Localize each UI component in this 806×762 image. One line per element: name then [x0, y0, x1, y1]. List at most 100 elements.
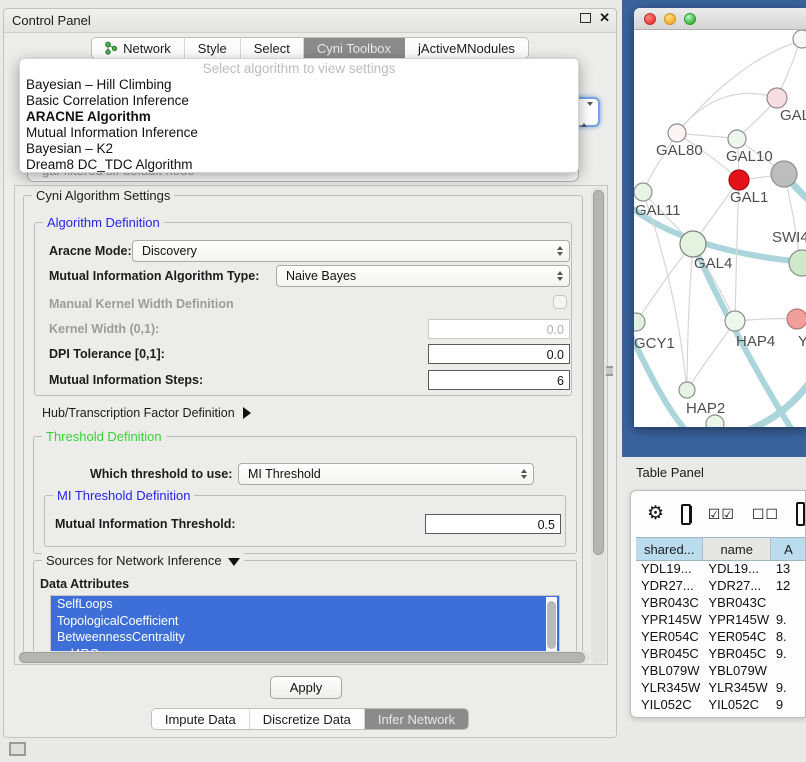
apply-button[interactable]: Apply [270, 676, 342, 699]
node-label: HAP4 [736, 333, 775, 350]
table-row[interactable]: YBL079WYBL079W [636, 663, 806, 680]
tab-network[interactable]: Network [92, 38, 185, 58]
attribute-list-item[interactable]: BetweennessCentrality [51, 629, 559, 646]
tab-infer-network[interactable]: Infer Network [365, 709, 468, 729]
table-cell: YIL052C [703, 697, 770, 714]
node-hap2[interactable] [679, 382, 695, 398]
table-row[interactable]: YDL19...YDL19...13 [636, 561, 806, 578]
node-gal11[interactable] [634, 183, 652, 201]
dropdown-placeholder: Select algorithm to view settings [20, 59, 578, 77]
table-cell: 9 [771, 697, 806, 714]
table-toolbar: ⚙ ☑☑ ☐☐ [631, 491, 805, 537]
tab-discretize-data[interactable]: Discretize Data [250, 709, 365, 729]
network-graph[interactable]: GALGAL80GAL10GAL1GAL11SWI4GAL4GCY1HAP4YH… [634, 30, 806, 427]
table-row[interactable]: YBR045CYBR045C9. [636, 646, 806, 663]
gear-icon[interactable]: ⚙ [647, 504, 664, 524]
aracne-mode-combo[interactable]: Discovery [132, 240, 570, 262]
mi-steps-label: Mutual Information Steps: [49, 373, 203, 387]
attributes-list-scrollbar[interactable] [546, 597, 557, 659]
node-gal4[interactable] [680, 231, 706, 257]
table-cell: YBR045C [636, 646, 703, 663]
close-icon[interactable]: ✕ [599, 13, 610, 23]
sources-group: Sources for Network Inference Data Attri… [33, 560, 577, 665]
table-cell: YBL079W [636, 663, 703, 680]
table-row[interactable]: YER054CYER054C8. [636, 629, 806, 646]
dropdown-item[interactable]: Basic Correlation Inference [20, 93, 578, 109]
node-hap4[interactable] [725, 311, 745, 331]
zoom-traffic-light-icon[interactable] [684, 13, 696, 25]
node-salmon[interactable] [787, 309, 806, 329]
hub-definition-expander[interactable]: Hub/Transcription Factor Definition [42, 406, 251, 420]
node-label: GAL11 [635, 202, 681, 219]
node-pink-top[interactable] [767, 88, 787, 108]
close-traffic-light-icon[interactable] [644, 13, 656, 25]
settings-vertical-scrollbar[interactable] [591, 187, 606, 665]
column-header[interactable]: name [703, 538, 770, 560]
panel-title: Control Panel [4, 13, 91, 28]
restore-panel-button[interactable] [9, 742, 26, 756]
table-panel-window: ⚙ ☑☑ ☐☐ shared...nameA YDL19...YDL19...1… [630, 490, 806, 718]
network-view-window[interactable]: GALGAL80GAL10GAL1GAL11SWI4GAL4GCY1HAP4YH… [634, 8, 806, 427]
tab-jactivemnodules[interactable]: jActiveMNodules [405, 38, 528, 58]
node-swi4[interactable] [789, 250, 806, 276]
table-row[interactable]: YBR043CYBR043C [636, 595, 806, 612]
network-edge [687, 244, 693, 390]
kernel-width-field[interactable] [428, 319, 570, 339]
mi-steps-field[interactable] [428, 370, 570, 390]
table-row[interactable]: YLR345WYLR345W9. [636, 680, 806, 697]
mi-threshold-field[interactable] [425, 514, 561, 534]
panel-divider-grip[interactable] [606, 366, 613, 376]
table-cell [771, 595, 806, 612]
dropdown-item[interactable]: Dream8 DC_TDC Algorithm [20, 157, 578, 173]
table-row[interactable]: YDR27...YDR27...12 [636, 578, 806, 595]
column-header[interactable]: shared... [636, 538, 703, 560]
node-gcy1[interactable] [634, 313, 645, 331]
table-row[interactable]: YPR145WYPR145W9. [636, 612, 806, 629]
node-label: GCY1 [634, 335, 675, 352]
node-label: GAL1 [730, 189, 768, 206]
network-window-titlebar [634, 8, 806, 30]
sources-expander[interactable]: Sources for Network Inference [42, 553, 244, 568]
dropdown-item[interactable]: ARACNE Algorithm [20, 109, 578, 125]
deselect-all-checkboxes-icon[interactable]: ☐☐ [752, 506, 779, 523]
attribute-list-item[interactable]: SelfLoops [51, 596, 559, 613]
table-cell: 8. [771, 629, 806, 646]
float-panel-icon[interactable] [580, 13, 591, 23]
table-cell [771, 663, 806, 680]
node-gray[interactable] [771, 161, 797, 187]
table-row[interactable]: YIL052CYIL052C9 [636, 697, 806, 714]
tab-impute-data[interactable]: Impute Data [152, 709, 250, 729]
node-top-partial[interactable] [793, 30, 806, 48]
tab-select[interactable]: Select [241, 38, 304, 58]
column-layout-icon[interactable] [681, 504, 691, 525]
document-icon[interactable] [796, 502, 805, 526]
tab-label: Impute Data [165, 712, 236, 727]
node-label: GAL80 [656, 142, 703, 159]
column-header[interactable]: A [771, 538, 806, 560]
dropdown-item[interactable]: Bayesian – Hill Climbing [20, 77, 578, 93]
tab-cyni-toolbox[interactable]: Cyni Toolbox [304, 38, 405, 58]
node-gal1-red[interactable] [729, 170, 749, 190]
node-gal80[interactable] [668, 124, 686, 142]
node-attribute-table[interactable]: shared...nameA YDL19...YDL19...13YDR27..… [636, 537, 806, 717]
settings-horizontal-scrollbar[interactable] [18, 651, 590, 664]
node-label: GAL4 [694, 255, 732, 272]
which-threshold-combo[interactable]: MI Threshold [238, 463, 534, 485]
select-all-checkboxes-icon[interactable]: ☑☑ [708, 506, 735, 523]
node-gal10[interactable] [728, 130, 746, 148]
dpi-tolerance-field[interactable] [428, 344, 570, 364]
table-cell: 12 [771, 578, 806, 595]
manual-kernel-checkbox[interactable] [553, 295, 567, 309]
control-panel-tabs: NetworkStyleSelectCyni ToolboxjActiveMNo… [4, 37, 616, 59]
table-cell: YPR145W [636, 612, 703, 629]
tab-style[interactable]: Style [185, 38, 241, 58]
table-cell: 9. [771, 612, 806, 629]
mi-type-combo[interactable]: Naive Bayes [276, 265, 570, 287]
expander-collapsed-icon [243, 407, 251, 419]
dropdown-item[interactable]: Bayesian – K2 [20, 141, 578, 157]
attribute-list-item[interactable]: TopologicalCoefficient [51, 613, 559, 630]
algorithm-definition-group: Algorithm Definition Aracne Mode: Discov… [34, 222, 572, 396]
dropdown-item[interactable]: Mutual Information Inference [20, 125, 578, 141]
table-cell: YER054C [703, 629, 770, 646]
minimize-traffic-light-icon[interactable] [664, 13, 676, 25]
